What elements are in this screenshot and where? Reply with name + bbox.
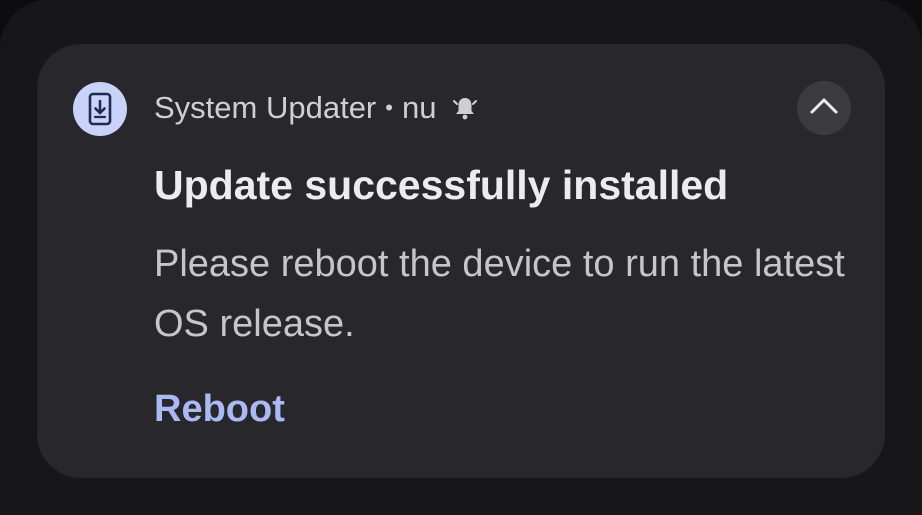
notification-body: Please reboot the device to run the late… xyxy=(154,243,845,345)
header-separator: • xyxy=(385,95,393,120)
notification-shade: System Updater • nu Update successfully … xyxy=(0,0,922,515)
chevron-up-icon xyxy=(809,96,839,121)
notification-card[interactable]: System Updater • nu Update successfully … xyxy=(37,44,885,478)
reboot-button[interactable]: Reboot xyxy=(154,388,285,431)
notification-header: System Updater • nu xyxy=(154,88,478,128)
app-name: System Updater xyxy=(154,90,377,125)
phone-download-icon xyxy=(73,82,127,136)
notification-title: Update successfully installed xyxy=(154,162,729,208)
alert-bell-icon xyxy=(452,94,478,122)
expand-button[interactable] xyxy=(797,81,851,135)
notification-time: nu xyxy=(401,90,437,125)
